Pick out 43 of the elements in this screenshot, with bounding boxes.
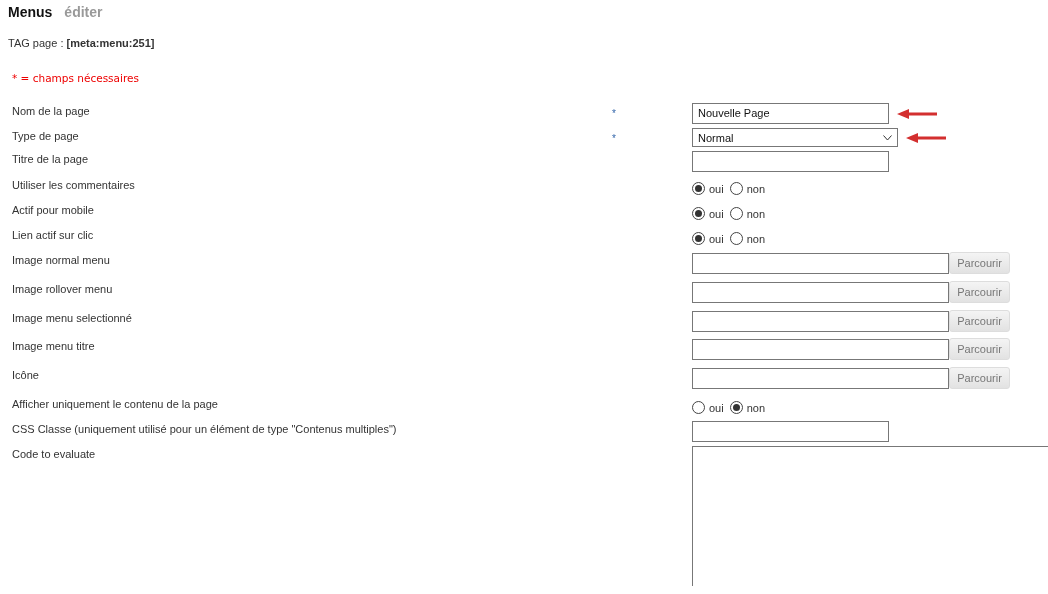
radio-label: oui: [709, 402, 724, 414]
radio-label: oui: [709, 208, 724, 220]
field-label: Lien actif sur clic: [12, 228, 95, 241]
file-field[interactable]: [692, 281, 949, 303]
file-field[interactable]: [692, 338, 949, 360]
field-label: Image rollover menu: [12, 282, 114, 295]
field-label: Icône: [12, 368, 40, 381]
radio-label: oui: [709, 183, 724, 195]
required-note: * = champs nécessaires: [12, 72, 140, 86]
field-label: Image normal menu: [12, 253, 111, 266]
field-label: Image menu selectionné: [12, 311, 133, 324]
radio-label: non: [746, 183, 766, 195]
text-field[interactable]: Nouvelle Page: [692, 103, 889, 124]
tag-text: TAG page : [meta:menu:251]: [8, 37, 156, 51]
required-mark: *: [612, 107, 616, 119]
field-label: Actif pour mobile: [12, 203, 95, 216]
field-label: Afficher uniquement le contenu de la page: [12, 397, 219, 410]
text-field[interactable]: [692, 151, 889, 172]
file-field[interactable]: [692, 252, 949, 274]
field-label: Image menu titre: [12, 339, 96, 352]
radio-label: oui: [709, 233, 724, 245]
browse-button[interactable]: Parcourir: [949, 310, 1010, 332]
text-field[interactable]: [692, 421, 889, 442]
chevron-icon: [883, 134, 892, 141]
field-label: Nom de la page: [12, 104, 91, 117]
file-field[interactable]: [692, 367, 949, 389]
browse-button[interactable]: Parcourir: [949, 252, 1010, 274]
browse-button[interactable]: Parcourir: [949, 281, 1010, 303]
required-mark: *: [612, 132, 616, 144]
field-label: Utiliser les commentaires: [12, 178, 136, 191]
field-label: Titre de la page: [12, 152, 90, 165]
field-label: CSS Classe (uniquement utilisé pour un élément de type "Contenus multiples"): [12, 422, 398, 435]
radio-label: non: [746, 402, 766, 414]
radio-label: non: [746, 208, 766, 220]
browse-button[interactable]: Parcourir: [949, 338, 1010, 360]
file-field[interactable]: [692, 310, 949, 332]
browse-button[interactable]: Parcourir: [949, 367, 1010, 389]
field-label: Type de page: [12, 129, 80, 142]
radio-label: non: [746, 233, 766, 245]
page-title: Menus: [8, 4, 53, 20]
select-field[interactable]: Normal: [692, 128, 898, 147]
edit-link[interactable]: éditer: [64, 4, 103, 20]
field-label: Code to evaluate: [12, 447, 97, 460]
